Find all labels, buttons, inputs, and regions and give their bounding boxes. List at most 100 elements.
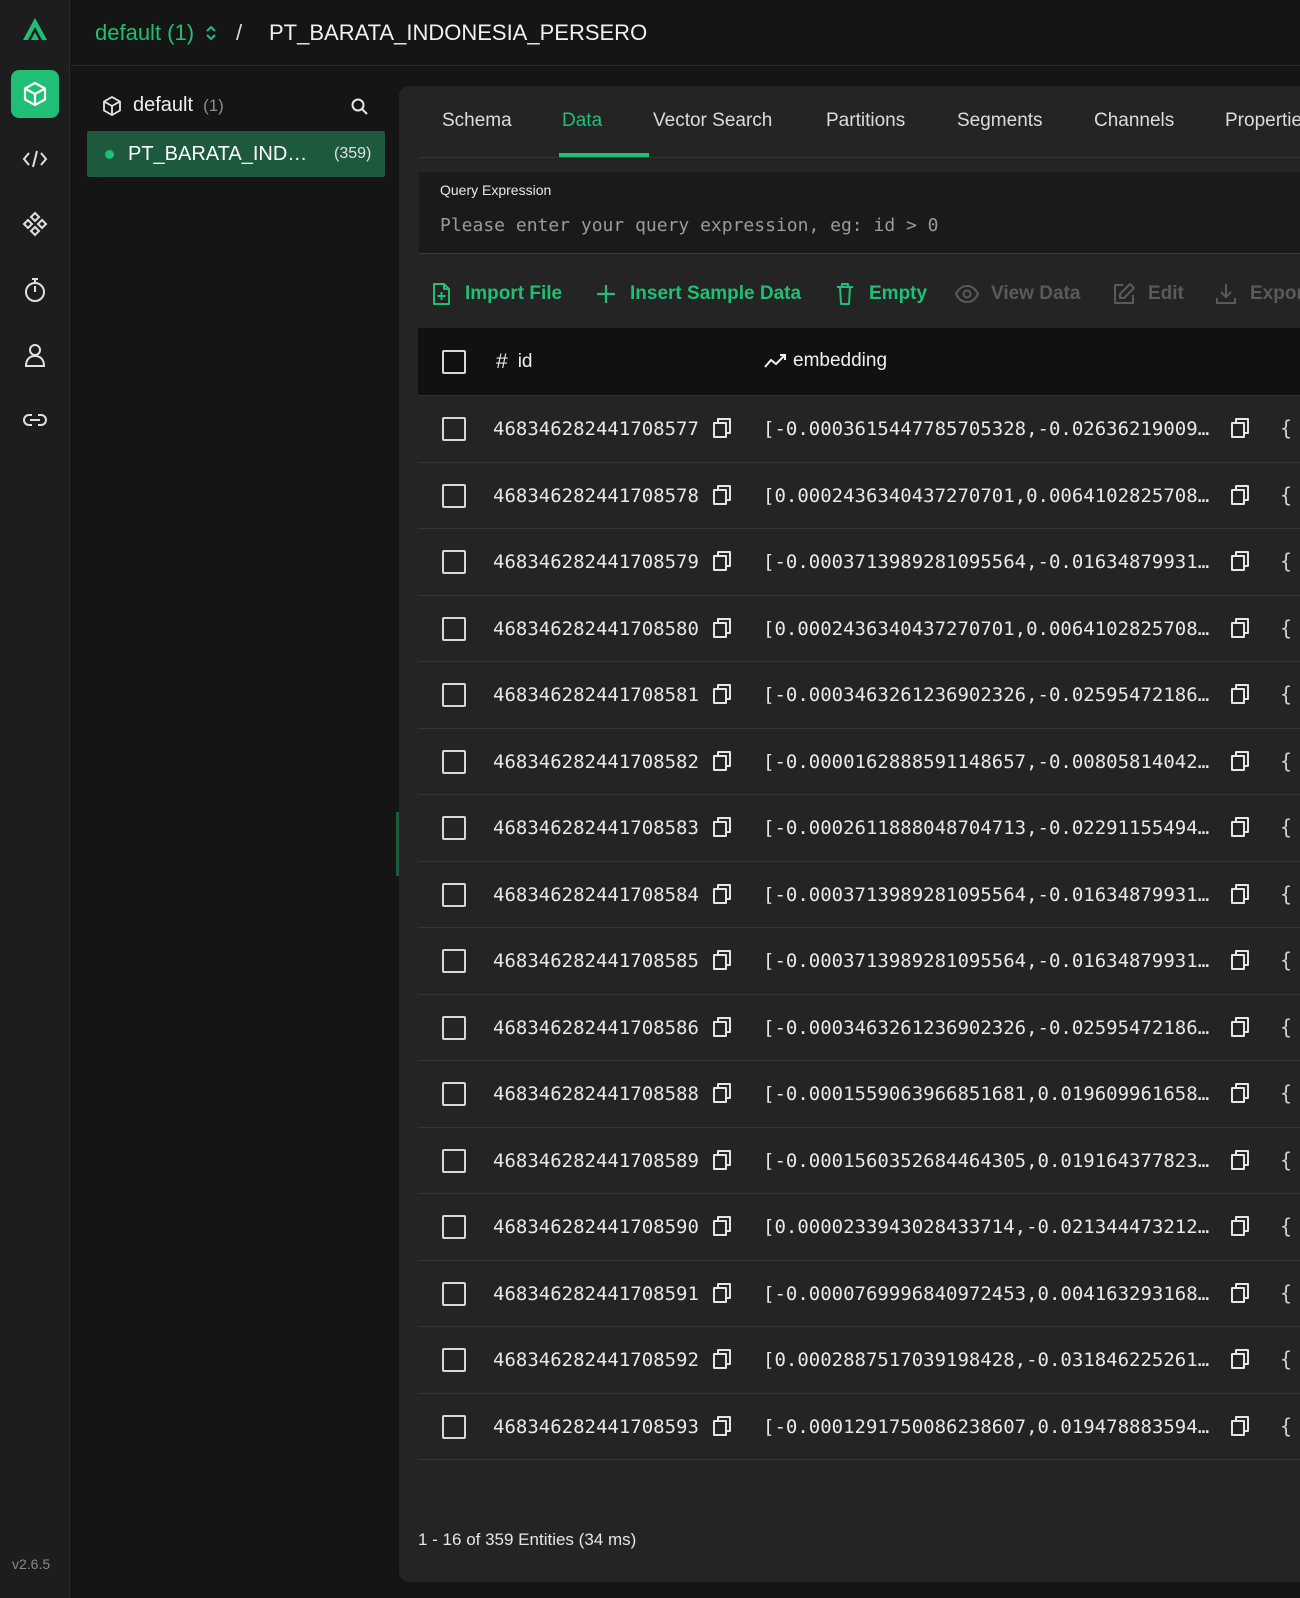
copy-icon[interactable] bbox=[712, 816, 732, 838]
copy-icon[interactable] bbox=[712, 417, 732, 439]
link-icon bbox=[22, 414, 48, 426]
table-row[interactable]: 468346282441708592 [0.0002887517039198428… bbox=[418, 1327, 1300, 1394]
column-header-id[interactable]: # id bbox=[496, 350, 532, 374]
copy-icon[interactable] bbox=[1230, 683, 1250, 705]
next-column-bracket: { bbox=[1280, 416, 1293, 440]
table-row[interactable]: 468346282441708583 [-0.000261188804870471… bbox=[418, 795, 1300, 862]
query-expression-input[interactable] bbox=[440, 210, 1280, 240]
table-row[interactable]: 468346282441708585 [-0.000371398928109556… bbox=[418, 928, 1300, 995]
tab-properties[interactable]: Properties bbox=[1225, 110, 1300, 132]
table-row[interactable]: 468346282441708578 [0.0002436340437270701… bbox=[418, 463, 1300, 529]
nav-slow-requests-button[interactable] bbox=[11, 266, 59, 314]
nav-connection-button[interactable] bbox=[11, 396, 59, 444]
row-checkbox[interactable] bbox=[442, 1414, 466, 1439]
import-file-button[interactable]: Import File bbox=[429, 266, 562, 322]
row-checkbox[interactable] bbox=[442, 1215, 466, 1239]
column-header-embedding[interactable]: embedding bbox=[763, 350, 887, 372]
cell-embedding: [-0.0001560352684464305,0.01916437782347… bbox=[763, 1149, 1211, 1172]
row-checkbox[interactable] bbox=[442, 417, 466, 441]
edit-button[interactable]: Edit bbox=[1112, 266, 1184, 322]
copy-icon[interactable] bbox=[712, 750, 732, 772]
row-checkbox[interactable] bbox=[442, 550, 466, 574]
table-row[interactable]: 468346282441708582 [-0.000016288859114865… bbox=[418, 729, 1300, 795]
table-row[interactable]: 468346282441708588 [-0.000155906396685168… bbox=[418, 1061, 1300, 1128]
edit-icon bbox=[1114, 283, 1135, 304]
copy-icon[interactable] bbox=[712, 617, 732, 639]
tab-schema[interactable]: Schema bbox=[442, 110, 512, 132]
select-all-checkbox[interactable] bbox=[442, 350, 466, 374]
copy-icon[interactable] bbox=[712, 1082, 732, 1104]
row-checkbox[interactable] bbox=[442, 1281, 466, 1306]
copy-icon[interactable] bbox=[1230, 883, 1250, 905]
table-row[interactable]: 468346282441708579 [-0.000371398928109556… bbox=[418, 529, 1300, 596]
table-row[interactable]: 468346282441708593 [-0.000129175008623860… bbox=[418, 1394, 1300, 1460]
table-row[interactable]: 468346282441708591 [-0.000076999684097245… bbox=[418, 1261, 1300, 1327]
nav-collections-button[interactable] bbox=[11, 70, 59, 118]
table-row[interactable]: 468346282441708577 [-0.000361544778570532… bbox=[418, 396, 1300, 463]
table-row[interactable]: 468346282441708584 [-0.000371398928109556… bbox=[418, 862, 1300, 928]
plus-icon bbox=[597, 285, 615, 303]
cell-embedding: [-0.0003713989281095564,-0.0163487993180… bbox=[763, 551, 1211, 573]
row-checkbox[interactable] bbox=[442, 882, 466, 907]
tree-collection-item[interactable]: PT_BARATA_INDONESIA_PERSERO (359) bbox=[87, 131, 385, 177]
copy-icon[interactable] bbox=[712, 1348, 732, 1370]
copy-icon[interactable] bbox=[1230, 1415, 1250, 1437]
export-button[interactable]: Export bbox=[1214, 266, 1300, 322]
search-icon[interactable] bbox=[350, 97, 370, 117]
tab-segments[interactable]: Segments bbox=[957, 110, 1043, 132]
empty-button[interactable]: Empty bbox=[833, 266, 927, 322]
row-checkbox[interactable] bbox=[442, 1015, 466, 1040]
row-checkbox[interactable] bbox=[442, 1082, 466, 1106]
copy-icon[interactable] bbox=[1230, 949, 1250, 971]
row-checkbox[interactable] bbox=[442, 1348, 466, 1372]
copy-icon[interactable] bbox=[712, 1415, 732, 1437]
row-checkbox[interactable] bbox=[442, 949, 466, 973]
row-checkbox[interactable] bbox=[442, 483, 466, 508]
row-checkbox[interactable] bbox=[442, 616, 466, 641]
copy-icon[interactable] bbox=[1230, 1215, 1250, 1237]
table-row[interactable]: 468346282441708590 [0.0000233943028433714… bbox=[418, 1194, 1300, 1261]
milvus-logo-icon[interactable] bbox=[19, 14, 51, 46]
copy-icon[interactable] bbox=[1230, 1282, 1250, 1304]
row-checkbox[interactable] bbox=[442, 1148, 466, 1173]
copy-icon[interactable] bbox=[712, 1149, 732, 1171]
copy-icon[interactable] bbox=[1230, 484, 1250, 506]
copy-icon[interactable] bbox=[1230, 617, 1250, 639]
copy-icon[interactable] bbox=[1230, 816, 1250, 838]
tab-partitions[interactable]: Partitions bbox=[826, 110, 905, 132]
nav-system-button[interactable] bbox=[11, 200, 59, 248]
copy-icon[interactable] bbox=[712, 949, 732, 971]
copy-icon[interactable] bbox=[712, 883, 732, 905]
copy-icon[interactable] bbox=[1230, 417, 1250, 439]
copy-icon[interactable] bbox=[1230, 550, 1250, 572]
copy-icon[interactable] bbox=[1230, 1149, 1250, 1171]
copy-icon[interactable] bbox=[1230, 1082, 1250, 1104]
row-checkbox[interactable] bbox=[442, 683, 466, 707]
table-row[interactable]: 468346282441708589 [-0.000156035268446430… bbox=[418, 1128, 1300, 1194]
copy-icon[interactable] bbox=[712, 484, 732, 506]
copy-icon[interactable] bbox=[712, 1016, 732, 1038]
tab-data[interactable]: Data bbox=[562, 110, 602, 132]
table-row[interactable]: 468346282441708580 [0.0002436340437270701… bbox=[418, 596, 1300, 662]
copy-icon[interactable] bbox=[712, 1282, 732, 1304]
nav-playground-button[interactable] bbox=[11, 135, 59, 183]
table-row[interactable]: 468346282441708581 [-0.000346326123690232… bbox=[418, 662, 1300, 729]
copy-icon[interactable] bbox=[1230, 1016, 1250, 1038]
nav-users-button[interactable] bbox=[11, 331, 59, 379]
insert-sample-data-button[interactable]: Insert Sample Data bbox=[594, 266, 801, 322]
cell-embedding: [-0.0001559063966851681,0.01960996165871… bbox=[763, 1083, 1211, 1105]
database-switcher[interactable]: default (1) bbox=[95, 20, 218, 46]
tab-vector-search[interactable]: Vector Search bbox=[653, 110, 772, 132]
copy-icon[interactable] bbox=[1230, 1348, 1250, 1370]
tree-database-node[interactable]: default (1) bbox=[101, 94, 224, 117]
breadcrumb-collection: PT_BARATA_INDONESIA_PERSERO bbox=[269, 20, 648, 45]
view-data-button[interactable]: View Data bbox=[955, 266, 1080, 322]
copy-icon[interactable] bbox=[712, 550, 732, 572]
row-checkbox[interactable] bbox=[442, 816, 466, 840]
copy-icon[interactable] bbox=[712, 1215, 732, 1237]
copy-icon[interactable] bbox=[1230, 750, 1250, 772]
copy-icon[interactable] bbox=[712, 683, 732, 705]
row-checkbox[interactable] bbox=[442, 749, 466, 774]
tab-channels[interactable]: Channels bbox=[1094, 110, 1174, 132]
table-row[interactable]: 468346282441708586 [-0.000346326123690232… bbox=[418, 995, 1300, 1061]
